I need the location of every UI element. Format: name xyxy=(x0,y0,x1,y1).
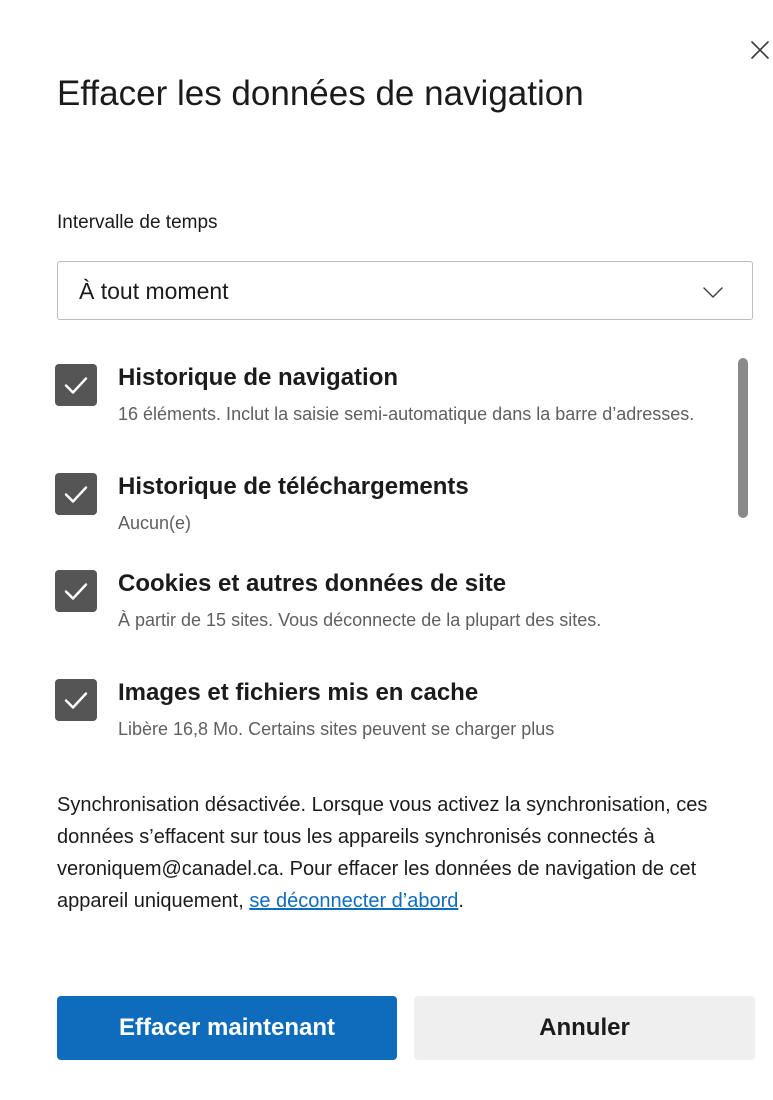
item-description: À partir de 15 sites. Vous déconnecte de… xyxy=(118,610,602,630)
item-title: Cookies et autres données de site xyxy=(118,570,507,597)
checkmark-icon xyxy=(64,377,88,394)
sync-notice-suffix: . xyxy=(458,890,464,912)
close-icon[interactable] xyxy=(748,38,772,62)
download-history-checkbox[interactable] xyxy=(55,473,97,515)
checkmark-icon xyxy=(64,692,88,709)
sync-notice: Synchronisation désactivée. Lorsque vous… xyxy=(57,789,737,917)
dialog-title: Effacer les données de navigation xyxy=(57,74,584,113)
close-button[interactable] xyxy=(748,38,772,62)
time-range-dropdown[interactable]: À tout moment xyxy=(57,261,753,320)
cancel-button[interactable]: Annuler xyxy=(414,996,755,1060)
cookies-checkbox[interactable] xyxy=(55,570,97,612)
item-title: Images et fichiers mis en cache xyxy=(118,679,479,706)
data-types-list: Historique de navigation 16 éléments. In… xyxy=(55,358,755,756)
checkmark-icon xyxy=(64,486,88,503)
item-description: Aucun(e) xyxy=(118,513,192,533)
browsing-history-checkbox[interactable] xyxy=(55,364,97,406)
list-scrollbar-thumb[interactable] xyxy=(738,358,748,518)
item-description: Libère 16,8 Mo. Certains sites peuvent s… xyxy=(118,719,555,739)
cached-images-checkbox[interactable] xyxy=(55,679,97,721)
clear-browsing-data-dialog: Effacer les données de navigation Interv… xyxy=(0,0,773,1100)
item-description: 16 éléments. Inclut la saisie semi-autom… xyxy=(118,404,695,424)
time-range-value: À tout moment xyxy=(79,278,229,304)
chevron-down-icon xyxy=(703,287,723,298)
checkmark-icon xyxy=(64,583,88,600)
item-title: Historique de navigation xyxy=(118,364,399,391)
clear-now-button[interactable]: Effacer maintenant xyxy=(57,996,397,1060)
item-title: Historique de téléchargements xyxy=(118,473,469,500)
time-range-label: Intervalle de temps xyxy=(57,212,218,233)
sign-out-first-link[interactable]: se déconnecter d’abord xyxy=(249,890,458,912)
